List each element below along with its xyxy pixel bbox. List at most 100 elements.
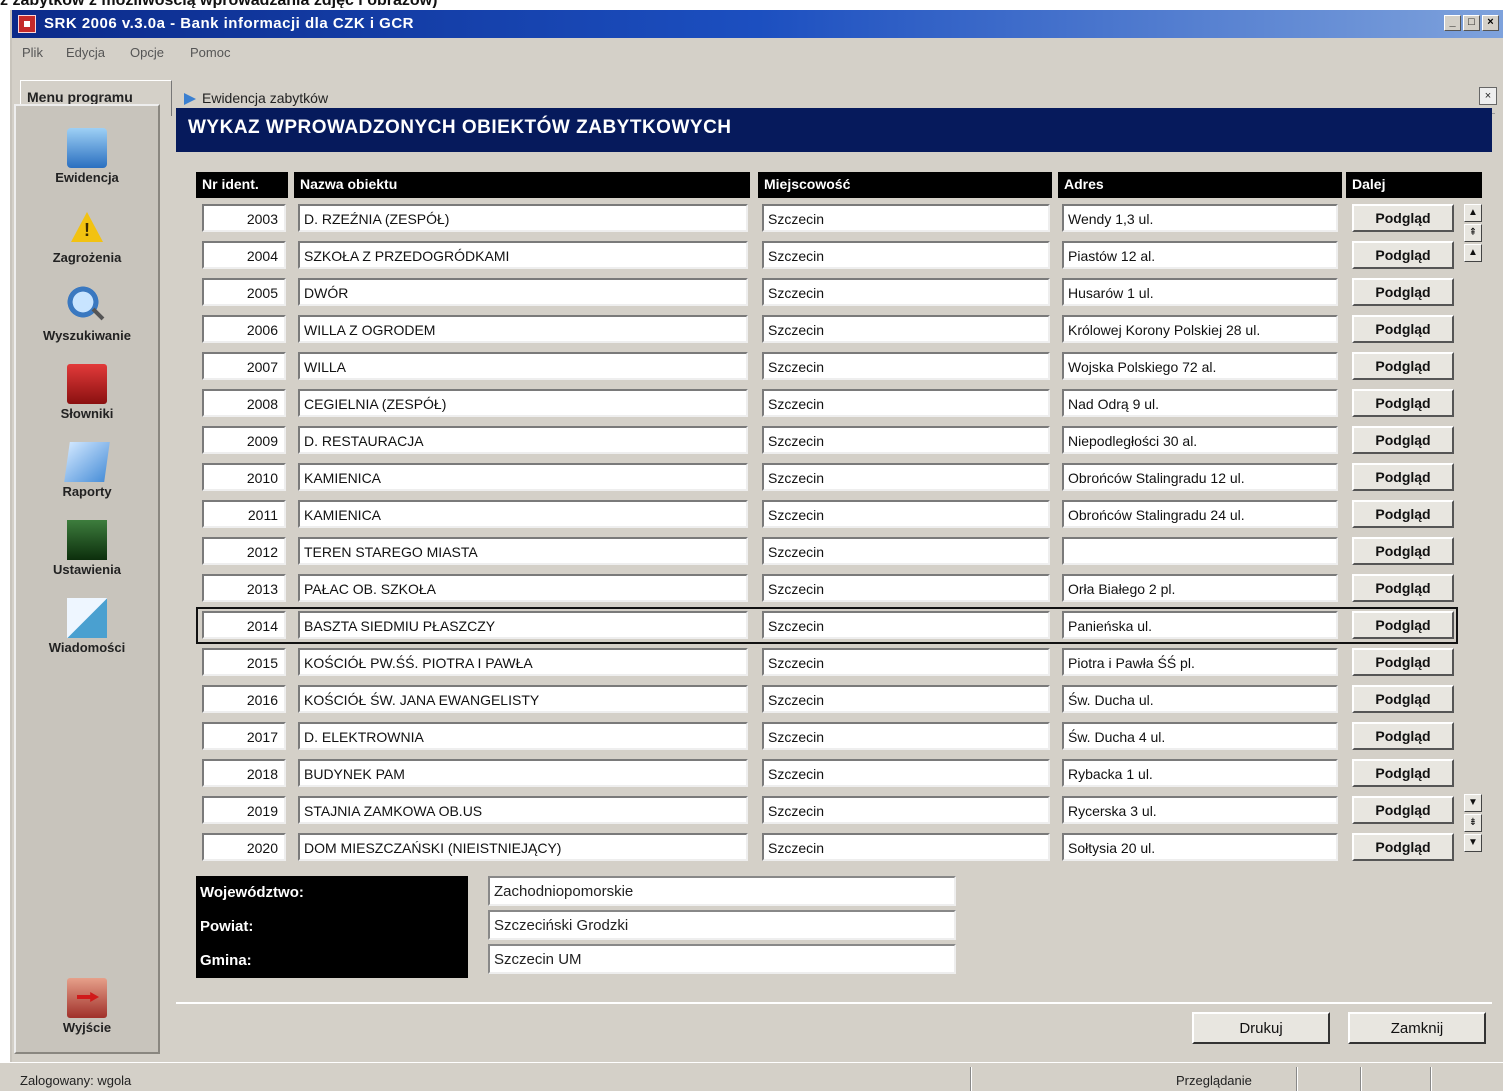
cell-city[interactable]: Szczecin [762,500,1050,528]
table-row[interactable]: 2004 SZKOŁA Z PRZEDOGRÓDKAMI Szczecin Piast… [196,237,1458,274]
podglad-button[interactable]: Podgląd [1352,574,1454,602]
table-row[interactable]: 2015 KOŚCIÓŁ PW.ŚŚ. PIOTRA I PAWŁA Szczeci… [196,644,1458,681]
podglad-button[interactable]: Podgląd [1352,685,1454,713]
table-row[interactable]: 2008 CEGIELNIA (ZESPÓŁ) Szczecin Nad Odrą 9… [196,385,1458,422]
cell-city[interactable]: Szczecin [762,537,1050,565]
cell-id[interactable]: 2011 [202,500,286,528]
table-row[interactable]: 2012 TEREN STAREGO MIASTA Szczecin Podgląd [196,533,1458,570]
cell-city[interactable]: Szczecin [762,426,1050,454]
cell-name[interactable]: D. RESTAURACJA [298,426,748,454]
cell-address[interactable]: Orła Białego 2 pl. [1062,574,1338,602]
cell-address[interactable]: Sołtysia 20 ul. [1062,833,1338,861]
sidebar-item-wiadomosci[interactable]: Wiadomości [16,598,158,655]
table-row[interactable]: 2010 KAMIENICA Szczecin Obrońców Stalingrad… [196,459,1458,496]
cell-name[interactable]: DWÓR [298,278,748,306]
cell-name[interactable]: BUDYNEK PAM [298,759,748,787]
cell-name[interactable]: SZKOŁA Z PRZEDOGRÓDKAMI [298,241,748,269]
cell-address[interactable]: Wendy 1,3 ul. [1062,204,1338,232]
close-button[interactable]: Zamknij [1348,1012,1486,1044]
scroll-page-up-icon[interactable]: ⇞ [1464,224,1482,242]
podglad-button[interactable]: Podgląd [1352,537,1454,565]
close-window-button[interactable]: × [1482,15,1499,31]
cell-address[interactable]: Św. Ducha 4 ul. [1062,722,1338,750]
sidebar-item-ustawienia[interactable]: Ustawienia [16,520,158,577]
print-button[interactable]: Drukuj [1192,1012,1330,1044]
table-row[interactable]: 2009 D. RESTAURACJA Szczecin Niepodległości… [196,422,1458,459]
cell-address[interactable]: Piastów 12 al. [1062,241,1338,269]
cell-name[interactable]: DOM MIESZCZAŃSKI (NIEISTNIEJĄCY) [298,833,748,861]
cell-address[interactable]: Obrońców Stalingradu 12 ul. [1062,463,1338,491]
cell-address[interactable]: Niepodległości 30 al. [1062,426,1338,454]
scroll-up-icon[interactable]: ▲ [1464,244,1482,262]
cell-address[interactable]: Św. Ducha ul. [1062,685,1338,713]
cell-name[interactable]: KAMIENICA [298,500,748,528]
cell-id[interactable]: 2018 [202,759,286,787]
cell-name[interactable]: CEGIELNIA (ZESPÓŁ) [298,389,748,417]
cell-name[interactable]: WILLA [298,352,748,380]
cell-id[interactable]: 2013 [202,574,286,602]
cell-address[interactable] [1062,537,1338,565]
cell-address[interactable]: Nad Odrą 9 ul. [1062,389,1338,417]
cell-city[interactable]: Szczecin [762,389,1050,417]
cell-name[interactable]: BASZTA SIEDMIU PŁASZCZY [298,611,748,639]
cell-address[interactable]: Piotra i Pawła ŚŚ pl. [1062,648,1338,676]
cell-address[interactable]: Rycerska 3 ul. [1062,796,1338,824]
podglad-button[interactable]: Podgląd [1352,759,1454,787]
table-row[interactable]: 2006 WILLA Z OGRODEM Szczecin Królowej Koro… [196,311,1458,348]
table-row[interactable]: 2020 DOM MIESZCZAŃSKI (NIEISTNIEJĄCY) Szcz… [196,829,1458,866]
cell-id[interactable]: 2019 [202,796,286,824]
cell-city[interactable]: Szczecin [762,241,1050,269]
cell-city[interactable]: Szczecin [762,574,1050,602]
cell-id[interactable]: 2008 [202,389,286,417]
cell-name[interactable]: D. ELEKTROWNIA [298,722,748,750]
scroll-page-down-icon[interactable]: ⇟ [1464,814,1482,832]
cell-address[interactable]: Obrońców Stalingradu 24 ul. [1062,500,1338,528]
podglad-button[interactable]: Podgląd [1352,352,1454,380]
cell-id[interactable]: 2004 [202,241,286,269]
podglad-button[interactable]: Podgląd [1352,500,1454,528]
sidebar-item-slowniki[interactable]: Słowniki [16,364,158,421]
cell-city[interactable]: Szczecin [762,796,1050,824]
cell-id[interactable]: 2010 [202,463,286,491]
cell-name[interactable]: KAMIENICA [298,463,748,491]
menu-edycja[interactable]: Edycja [66,45,105,60]
scroll-up-icon[interactable]: ▲ [1464,204,1482,222]
cell-id[interactable]: 2020 [202,833,286,861]
menu-opcje[interactable]: Opcje [130,45,164,60]
podglad-button[interactable]: Podgląd [1352,611,1454,639]
cell-city[interactable]: Szczecin [762,463,1050,491]
table-row[interactable]: 2013 PAŁAC OB. SZKOŁA Szczecin Orła Białego… [196,570,1458,607]
podglad-button[interactable]: Podgląd [1352,833,1454,861]
menu-pomoc[interactable]: Pomoc [190,45,230,60]
cell-id[interactable]: 2006 [202,315,286,343]
sidebar-item-wyjscie[interactable]: Wyjście [16,978,158,1035]
scroll-down-icon[interactable]: ▼ [1464,794,1482,812]
cell-id[interactable]: 2012 [202,537,286,565]
sidebar-item-zagrozenia[interactable]: Zagrożenia [16,208,158,265]
field-wojewodztwo[interactable]: Zachodniopomorskie [488,876,956,906]
scroll-down-icon[interactable]: ▼ [1464,834,1482,852]
cell-id[interactable]: 2005 [202,278,286,306]
cell-city[interactable]: Szczecin [762,611,1050,639]
podglad-button[interactable]: Podgląd [1352,648,1454,676]
maximize-button[interactable]: □ [1463,15,1480,31]
table-row[interactable]: 2014 BASZTA SIEDMIU PŁASZCZY Szczecin Panie… [196,607,1458,644]
cell-name[interactable]: TEREN STAREGO MIASTA [298,537,748,565]
cell-city[interactable]: Szczecin [762,759,1050,787]
cell-name[interactable]: PAŁAC OB. SZKOŁA [298,574,748,602]
field-gmina[interactable]: Szczecin UM [488,944,956,974]
cell-name[interactable]: KOŚCIÓŁ PW.ŚŚ. PIOTRA I PAWŁA [298,648,748,676]
cell-id[interactable]: 2016 [202,685,286,713]
sidebar-item-wyszukiwanie[interactable]: Wyszukiwanie [16,286,158,343]
podglad-button[interactable]: Podgląd [1352,241,1454,269]
cell-address[interactable]: Husarów 1 ul. [1062,278,1338,306]
minimize-button[interactable]: _ [1444,15,1461,31]
cell-city[interactable]: Szczecin [762,722,1050,750]
table-row[interactable]: 2017 D. ELEKTROWNIA Szczecin Św. Ducha 4 ul… [196,718,1458,755]
table-row[interactable]: 2019 STAJNIA ZAMKOWA OB.US Szczecin Rycersk… [196,792,1458,829]
sidebar-item-ewidencja[interactable]: Ewidencja [16,128,158,185]
podglad-button[interactable]: Podgląd [1352,796,1454,824]
cell-id[interactable]: 2015 [202,648,286,676]
cell-id[interactable]: 2007 [202,352,286,380]
table-row[interactable]: 2011 KAMIENICA Szczecin Obrońców Stalingrad… [196,496,1458,533]
